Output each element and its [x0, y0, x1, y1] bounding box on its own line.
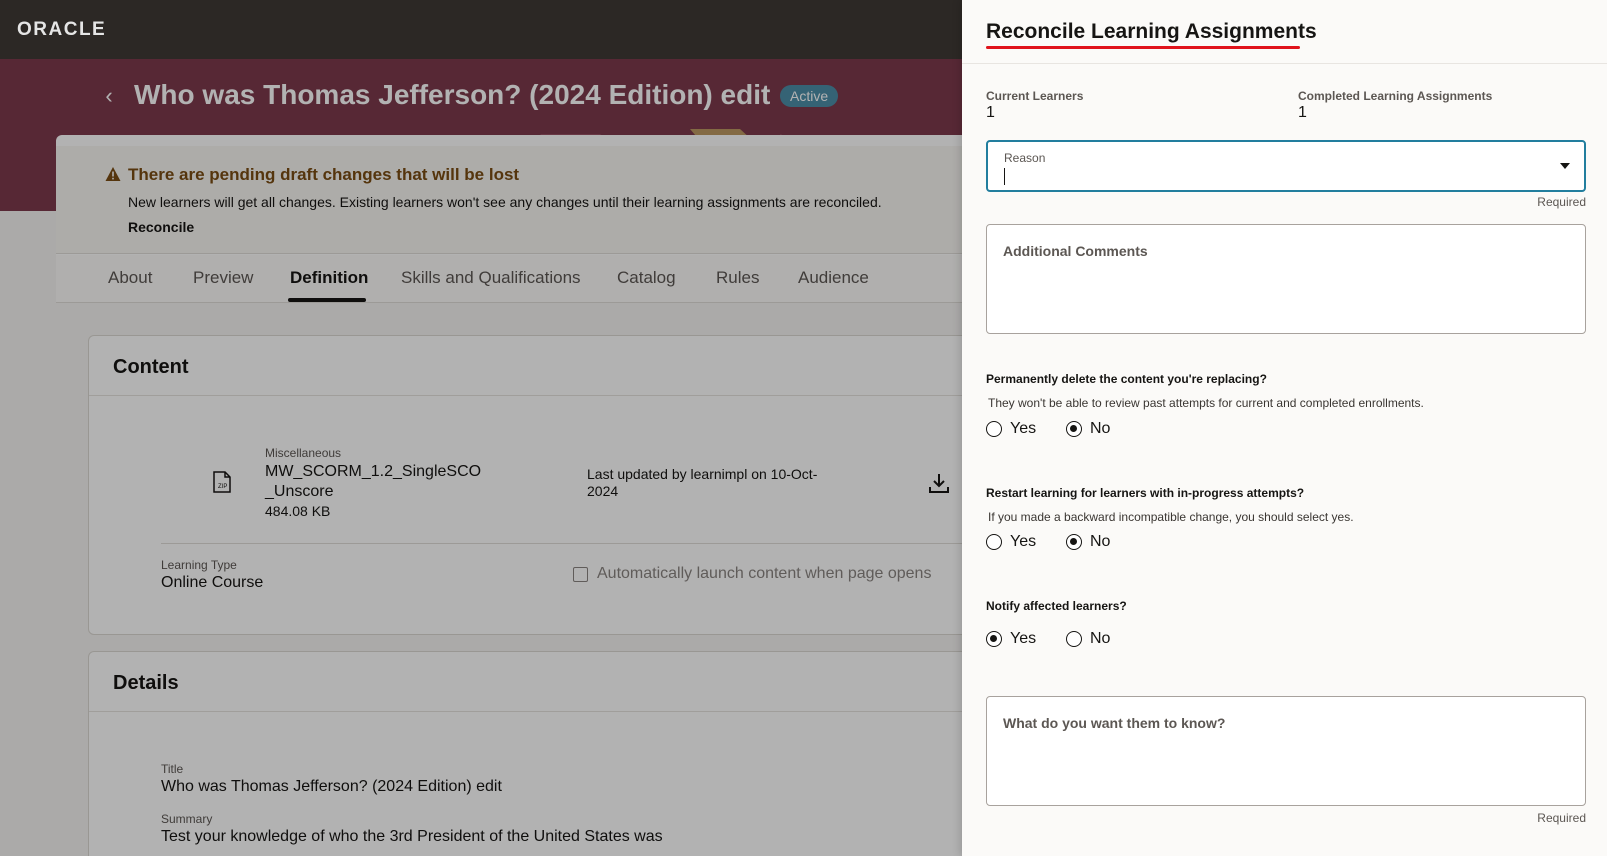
reason-required-text: Required [1537, 195, 1586, 209]
notify-learners-question: Notify affected learners? [986, 599, 1127, 613]
additional-comments-field[interactable]: Additional Comments [986, 224, 1586, 334]
notify-learners-no-label[interactable]: No [1090, 630, 1110, 648]
delete-content-no-label[interactable]: No [1090, 420, 1110, 438]
delete-content-question: Permanently delete the content you're re… [986, 372, 1267, 386]
restart-learning-no-label[interactable]: No [1090, 533, 1110, 551]
modal-scrim-top [0, 0, 962, 59]
text-cursor [1004, 168, 1005, 185]
message-required-text: Required [1537, 811, 1586, 825]
modal-scrim [0, 59, 962, 856]
current-learners-label: Current Learners [986, 89, 1084, 103]
delete-content-yes-label[interactable]: Yes [1010, 420, 1036, 438]
delete-content-yes-radio[interactable] [986, 421, 1002, 437]
notify-message-field[interactable]: What do you want them to know? [986, 696, 1586, 806]
notify-message-placeholder: What do you want them to know? [1003, 715, 1226, 731]
delete-content-help: They won't be able to review past attemp… [988, 396, 1424, 410]
completed-assignments-value: 1 [1298, 104, 1307, 121]
drawer-header: Reconcile Learning Assignments [962, 0, 1607, 64]
restart-learning-help: If you made a backward incompatible chan… [988, 510, 1354, 524]
restart-learning-yes-label[interactable]: Yes [1010, 533, 1036, 551]
notify-learners-no-radio[interactable] [1066, 631, 1082, 647]
additional-comments-placeholder: Additional Comments [1003, 243, 1148, 259]
restart-learning-question: Restart learning for learners with in-pr… [986, 486, 1305, 500]
delete-content-no-radio[interactable] [1066, 421, 1082, 437]
current-learners-value: 1 [986, 104, 995, 121]
notify-learners-yes-label[interactable]: Yes [1010, 630, 1036, 648]
restart-learning-no-radio[interactable] [1066, 534, 1082, 550]
title-highlight-underline [986, 46, 1300, 49]
restart-learning-yes-radio[interactable] [986, 534, 1002, 550]
reconcile-drawer: Reconcile Learning Assignments Current L… [962, 0, 1607, 856]
completed-assignments-label: Completed Learning Assignments [1298, 89, 1493, 103]
drawer-title: Reconcile Learning Assignments [986, 20, 1317, 43]
reason-select[interactable]: Reason [986, 140, 1586, 192]
reason-label: Reason [1004, 151, 1046, 165]
notify-learners-yes-radio[interactable] [986, 631, 1002, 647]
chevron-down-icon[interactable] [1560, 163, 1570, 169]
